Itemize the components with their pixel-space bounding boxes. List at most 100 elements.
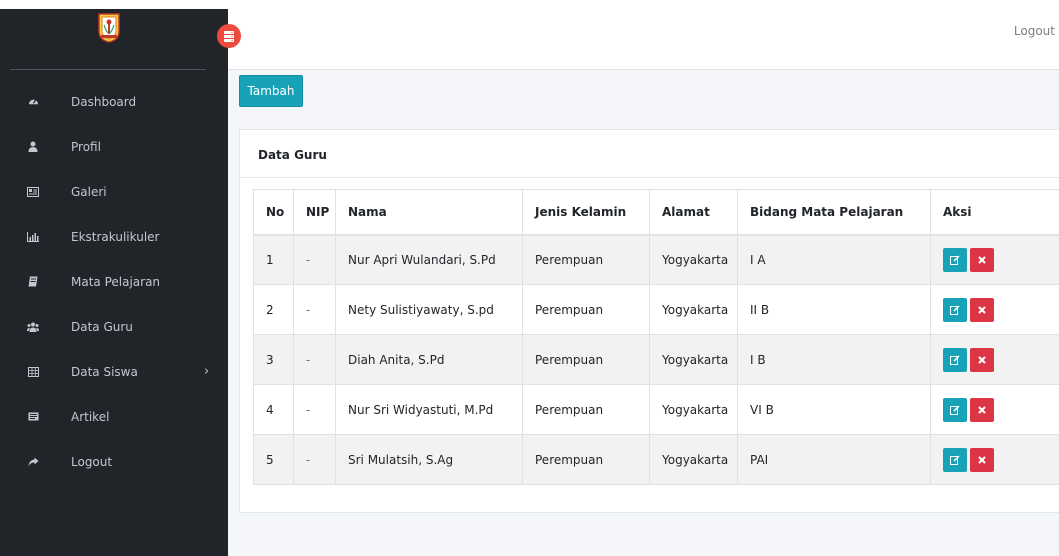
cell-aksi (930, 384, 1059, 435)
cell-alamat: Yogyakarta (649, 334, 738, 385)
column-header-alamat: Alamat (649, 189, 738, 236)
chevron-right-icon: › (204, 364, 210, 379)
edit-button[interactable] (943, 397, 967, 422)
edit-icon (950, 404, 960, 415)
main-content: Tambah Data Guru No NIP Nama Jenis Kelam… (228, 70, 1059, 556)
cell-nip: - (293, 334, 336, 385)
edit-button[interactable] (943, 447, 967, 472)
cell-nip: - (293, 284, 336, 335)
card-title: Data Guru (258, 148, 327, 162)
bar-chart-icon (27, 231, 39, 243)
cell-bidang: I A (737, 234, 931, 285)
share-arrow-icon (27, 456, 39, 468)
cell-nama: Sri Mulatsih, S.Ag (335, 434, 523, 485)
cell-nama: Diah Anita, S.Pd (335, 334, 523, 385)
edit-button[interactable] (943, 347, 967, 372)
sidebar-item-mata-pelajaran[interactable]: Mata Pelajaran (0, 259, 228, 304)
cell-no: 1 (253, 234, 294, 285)
column-header-no: No (253, 189, 294, 236)
table-row: 3 - Diah Anita, S.Pd Perempuan Yogyakart… (253, 334, 1059, 385)
cell-aksi (930, 434, 1059, 485)
table-icon (27, 366, 39, 378)
cell-jenis-kelamin: Perempuan (522, 284, 650, 335)
cell-alamat: Yogyakarta (649, 384, 738, 435)
user-icon (27, 141, 39, 153)
cell-bidang: I B (737, 334, 931, 385)
tambah-button[interactable]: Tambah (239, 75, 303, 107)
sidebar-item-label: Artikel (71, 409, 110, 424)
cell-jenis-kelamin: Perempuan (522, 334, 650, 385)
column-header-jenis-kelamin: Jenis Kelamin (522, 189, 650, 236)
cell-nama: Nety Sulistiyawaty, S.pd (335, 284, 523, 335)
delete-button[interactable] (970, 297, 994, 322)
delete-button[interactable] (970, 397, 994, 422)
sidebar-item-label: Ekstrakulikuler (71, 229, 160, 244)
cell-aksi (930, 234, 1059, 285)
table-row: 2 - Nety Sulistiyawaty, S.pd Perempuan Y… (253, 284, 1059, 335)
column-header-nip: NIP (293, 189, 336, 236)
cell-aksi (930, 284, 1059, 335)
newspaper-icon (27, 411, 39, 423)
image-gallery-icon (27, 186, 39, 198)
sidebar-item-data-guru[interactable]: Data Guru (0, 304, 228, 349)
sidebar-item-ekstrakulikuler[interactable]: Ekstrakulikuler (0, 214, 228, 259)
delete-button[interactable] (970, 447, 994, 472)
cell-nip: - (293, 434, 336, 485)
sidebar-item-data-siswa[interactable]: Data Siswa › (0, 349, 228, 394)
sidebar-item-label: Galeri (71, 184, 107, 199)
sidebar-item-galeri[interactable]: Galeri (0, 169, 228, 214)
brand-area (10, 9, 206, 70)
sidebar-item-label: Dashboard (71, 94, 137, 109)
column-header-bidang: Bidang Mata Pelajaran (737, 189, 931, 236)
school-emblem-icon (98, 13, 120, 43)
sidebar-item-dashboard[interactable]: Dashboard (0, 79, 228, 124)
cell-bidang: II B (737, 284, 931, 335)
delete-button[interactable] (970, 347, 994, 372)
logout-link[interactable]: Logout (1014, 24, 1055, 38)
close-icon (978, 355, 986, 364)
delete-button[interactable] (970, 247, 994, 272)
server-icon (224, 30, 234, 42)
tachometer-icon (27, 96, 39, 108)
close-icon (978, 455, 986, 464)
edit-button[interactable] (943, 297, 967, 322)
sidebar-item-profil[interactable]: Profil (0, 124, 228, 169)
cell-no: 2 (253, 284, 294, 335)
table-row: 4 - Nur Sri Widyastuti, M.Pd Perempuan Y… (253, 384, 1059, 435)
sidebar-item-label: Logout (71, 454, 113, 469)
book-icon (27, 276, 39, 288)
sidebar-item-logout[interactable]: Logout (0, 439, 228, 484)
sidebar-item-label: Profil (71, 139, 101, 154)
cell-alamat: Yogyakarta (649, 434, 738, 485)
window-top-strip (0, 0, 1059, 9)
table-row: 5 - Sri Mulatsih, S.Ag Perempuan Yogyaka… (253, 434, 1059, 485)
sidebar-item-label: Data Siswa (71, 364, 138, 379)
edit-icon (950, 255, 960, 265)
cell-alamat: Yogyakarta (649, 234, 738, 285)
column-header-aksi: Aksi (930, 189, 1059, 236)
edit-button[interactable] (943, 247, 967, 272)
cell-nip: - (293, 384, 336, 435)
sidebar-item-label: Data Guru (71, 319, 133, 334)
cell-bidang: VI B (737, 384, 931, 435)
cell-jenis-kelamin: Perempuan (522, 384, 650, 435)
data-guru-table: No NIP Nama Jenis Kelamin Alamat Bidang … (253, 189, 1059, 485)
sidebar-menu: Dashboard Profil Galeri Ekstrakulikuler … (0, 79, 228, 484)
edit-icon (950, 354, 960, 365)
sidebar-item-artikel[interactable]: Artikel (0, 394, 228, 439)
table-row: 1 - Nur Apri Wulandari, S.Pd Perempuan Y… (253, 234, 1059, 285)
cell-no: 5 (253, 434, 294, 485)
edit-icon (950, 454, 960, 465)
close-icon (978, 405, 986, 414)
cell-aksi (930, 334, 1059, 385)
edit-icon (950, 304, 960, 315)
sidebar-toggle-button[interactable] (217, 24, 241, 48)
users-icon (27, 321, 39, 333)
table-header-row: No NIP Nama Jenis Kelamin Alamat Bidang … (253, 189, 1059, 236)
sidebar: Dashboard Profil Galeri Ekstrakulikuler … (0, 9, 228, 556)
close-icon (978, 256, 986, 264)
cell-jenis-kelamin: Perempuan (522, 434, 650, 485)
cell-jenis-kelamin: Perempuan (522, 234, 650, 285)
close-icon (978, 305, 986, 314)
top-navbar: Logout (228, 9, 1059, 70)
